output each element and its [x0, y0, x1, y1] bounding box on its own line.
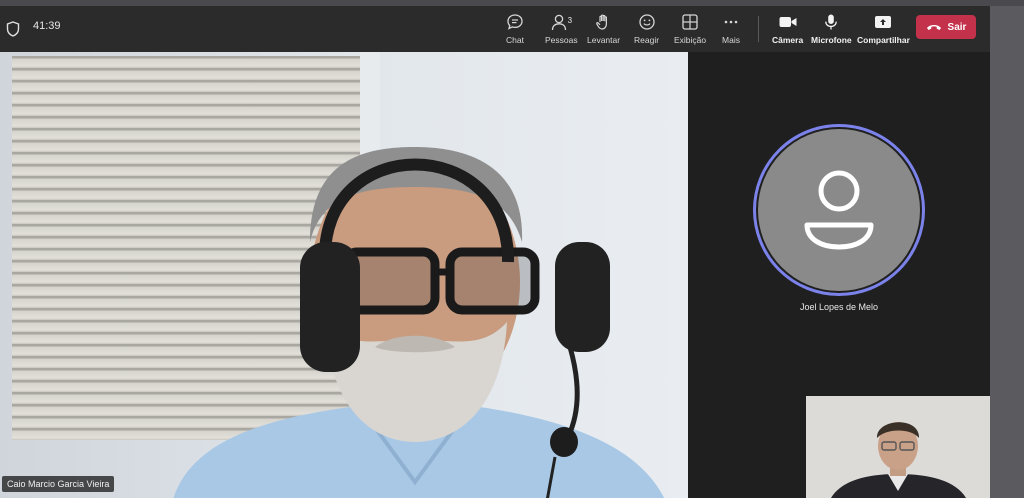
participant-name: Joel Lopes de Melo [799, 302, 879, 312]
react-label: Reagir [634, 35, 660, 45]
participant-tile[interactable] [753, 124, 925, 296]
people-button[interactable]: 3 Pessoas [545, 12, 578, 48]
raise-hand-icon [595, 12, 613, 32]
raise-hand-button[interactable]: Levantar [587, 12, 620, 48]
view-button[interactable]: Exibição [674, 12, 706, 48]
meeting-toolbar: 41:39 Chat 3 Pessoas Levantar Reagir Exi… [0, 6, 990, 52]
self-view-figure [806, 396, 990, 498]
view-label: Exibição [674, 35, 707, 45]
people-label: Pessoas [545, 35, 578, 45]
shield-icon[interactable] [6, 21, 20, 37]
camera-button[interactable]: Câmera [772, 12, 803, 48]
self-view-video[interactable] [806, 396, 990, 498]
avatar [758, 129, 920, 291]
speaker-name-tag: Caio Marcio Garcia Vieira [2, 476, 115, 492]
meeting-window: 41:39 Chat 3 Pessoas Levantar Reagir Exi… [0, 6, 990, 498]
chat-icon [506, 12, 524, 32]
share-screen-icon [873, 12, 893, 32]
people-icon: 3 [551, 12, 572, 32]
share-label: Compartilhar [857, 35, 910, 45]
main-speaker-video[interactable]: Caio Marcio Garcia Vieira [0, 52, 688, 498]
camera-label: Câmera [772, 35, 804, 45]
person-icon [804, 170, 874, 250]
hang-up-icon [926, 22, 942, 32]
raise-hand-label: Levantar [587, 35, 621, 45]
people-count: 3 [567, 15, 573, 25]
more-label: Mais [722, 35, 740, 45]
react-button[interactable]: Reagir [634, 12, 659, 48]
speaker-figure [173, 147, 665, 498]
microphone-button[interactable]: Microfone [811, 12, 852, 48]
more-button[interactable]: Mais [722, 12, 740, 48]
leave-button[interactable]: Sair [916, 15, 976, 39]
chat-label: Chat [506, 35, 524, 45]
microphone-icon [823, 12, 839, 32]
share-button[interactable]: Compartilhar [857, 12, 910, 48]
more-icon [722, 12, 740, 32]
grid-view-icon [681, 12, 699, 32]
microphone-label: Microfone [811, 35, 852, 45]
chat-button[interactable]: Chat [506, 12, 524, 48]
emoji-icon [638, 12, 656, 32]
meeting-timer: 41:39 [33, 20, 61, 32]
leave-label: Sair [947, 21, 967, 33]
participants-panel: Joel Lopes de Melo [688, 52, 990, 498]
toolbar-divider [758, 16, 759, 42]
camera-icon [778, 12, 798, 32]
